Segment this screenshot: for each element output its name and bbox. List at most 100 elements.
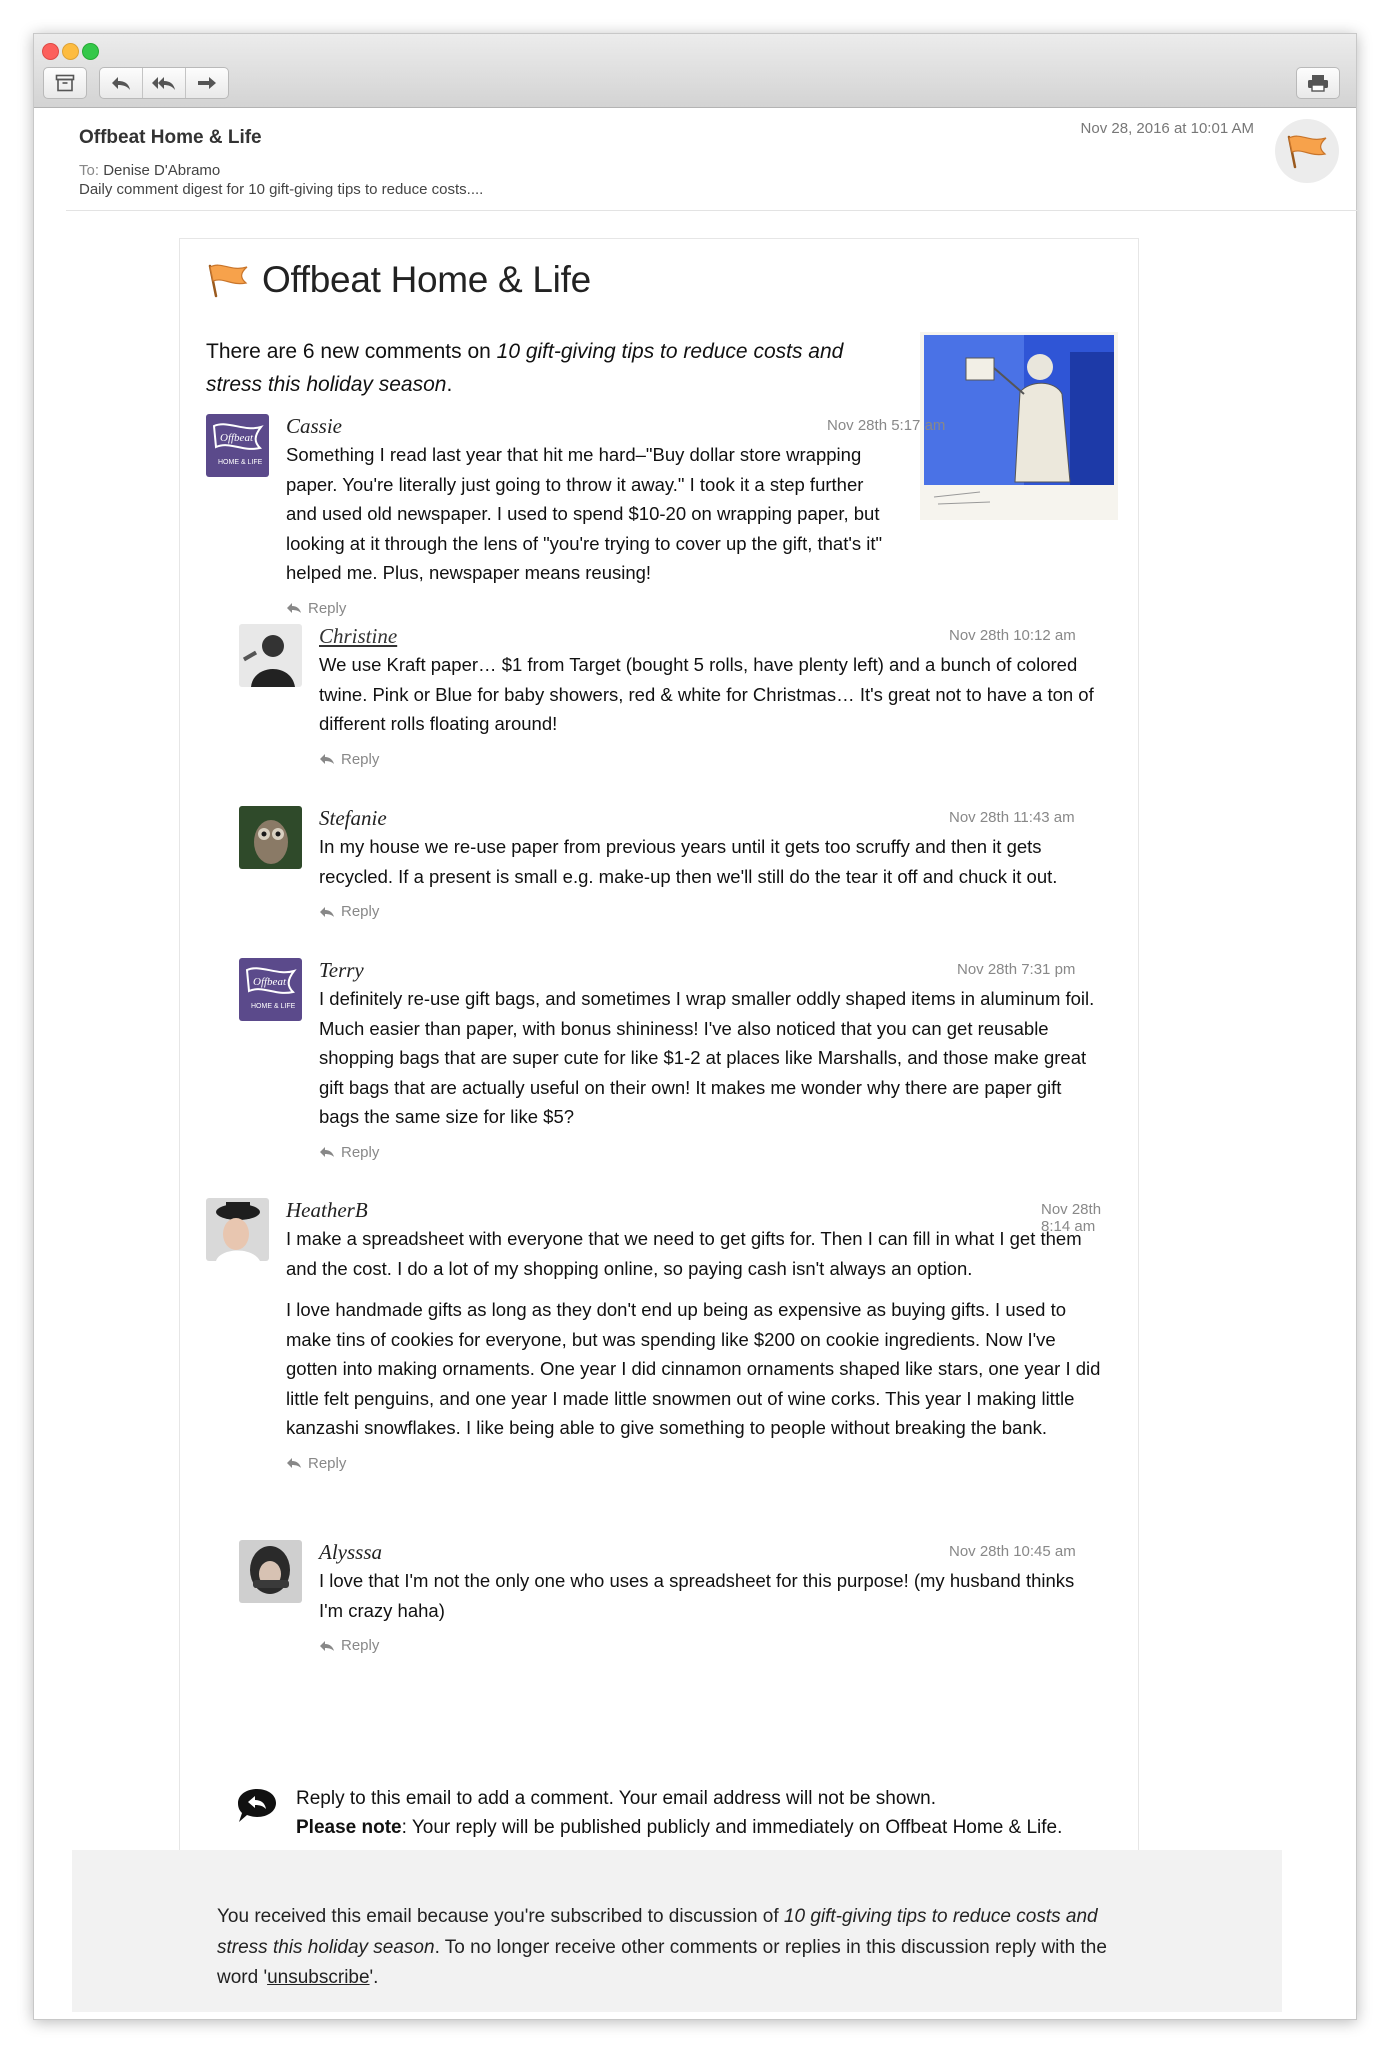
comment-paragraph: We use Kraft paper… $1 from Target (boug… [319,654,1094,734]
comment-date: Nov 28th 8:14 am [1041,1201,1102,1235]
message-date: Nov 28, 2016 at 10:01 AM [1080,120,1254,137]
comment-body: Stefanie Nov 28th 11:43 am In my house w… [319,806,1099,920]
reply-label: Reply [308,599,347,617]
reply-arrow-icon [320,754,334,764]
reply-link[interactable]: Reply [319,751,1099,768]
archive-button[interactable] [44,68,86,98]
avatar [239,1540,302,1603]
digest-footer: You received this email because you're s… [72,1850,1282,2012]
comment-paragraph-text: Something I read last year that hit me h… [286,444,883,583]
minimize-window-button[interactable] [62,43,79,60]
recipient-name: Denise D'Abramo [103,162,221,179]
digest-brand: Offbeat Home & Life [206,259,591,301]
avatar [239,624,302,687]
comment-body: Terry Nov 28th 7:31 pm I definitely re-u… [319,958,1099,1161]
reply-arrow-icon [287,603,301,613]
orange-flag-icon [1287,135,1327,169]
reply-link[interactable]: Reply [286,1455,1106,1472]
to-label: To: [79,162,100,179]
reply-label: Reply [341,1143,380,1161]
comment-text: Something I read last year that hit me h… [286,440,1106,588]
comment-author: HeatherB [286,1198,368,1222]
archive-box-icon [55,74,75,92]
comment-text: In my house we re-use paper from previou… [319,832,1099,891]
svg-text:HOME & LIFE: HOME & LIFE [251,1003,296,1010]
reply-note-line2: Please note: Your reply will be publishe… [296,1813,1062,1842]
footer-prefix: You received this email because you're s… [217,1906,784,1927]
comment-body: Alysssa Nov 28th 10:45 am I love that I'… [319,1540,1099,1654]
reply-arrow-icon [287,1458,301,1468]
user-photo-icon [206,1198,269,1261]
avatar [239,806,302,869]
recipient-line: To: Denise D'Abramo [79,162,220,179]
footer-text: You received this email because you're s… [217,1902,1107,1994]
reply-arrow-icon [112,77,130,90]
comment-paragraph: I make a spreadsheet with everyone that … [286,1228,1082,1279]
comment-body: Christine Nov 28th 10:12 am We use Kraft… [319,624,1099,768]
digest-intro: There are 6 new comments on 10 gift-givi… [206,335,896,401]
svg-text:Offbeat: Offbeat [220,432,254,444]
reply-label: Reply [341,1637,380,1654]
comment-body: Cassie Nov 28th 5:17 am Something I read… [286,414,1106,617]
forward-button[interactable] [185,68,228,98]
comment-text: I love that I'm not the only one who use… [319,1566,1099,1625]
user-photo-icon [239,624,302,687]
reply-link[interactable]: Reply [286,600,1106,617]
sender-avatar [1275,119,1339,183]
print-button-group [1296,67,1340,99]
mail-window: Offbeat Home & Life To: Denise D'Abramo … [33,33,1358,2020]
reply-link[interactable]: Reply [319,1144,1099,1161]
svg-text:HOME & LIFE: HOME & LIFE [218,459,263,466]
subject-line: Daily comment digest for 10 gift-giving … [79,181,484,198]
digest-title: Offbeat Home & Life [262,259,591,300]
reply-arrow-icon [320,906,334,917]
comment-text: I definitely re-use gift bags, and somet… [319,984,1099,1132]
reply-label: Reply [341,903,380,920]
printer-icon [1308,75,1328,92]
offbeat-logo-icon: Offbeat HOME & LIFE [239,958,302,1021]
avatar: Offbeat HOME & LIFE [239,958,302,1021]
comment-date: Nov 28th 7:31 pm [957,961,1076,978]
archive-button-group [43,67,87,99]
reply-link[interactable]: Reply [319,1637,1099,1654]
reply-arrow-icon [320,1640,334,1651]
title-bar [34,34,1356,108]
reply-note-text: Reply to this email to add a comment. Yo… [296,1784,1062,1842]
comment-text: We use Kraft paper… $1 from Target (boug… [319,650,1099,739]
print-button[interactable] [1297,68,1339,98]
reply-all-button[interactable] [142,68,185,98]
intro-suffix: . [446,373,453,396]
footer-suffix: '. [369,1967,379,1988]
digest-card: Offbeat Home & Life There are 6 new comm… [179,238,1139,1890]
intro-prefix: There are 6 new comments on [206,340,497,363]
comment-paragraph: I definitely re-use gift bags, and somet… [319,988,1095,1127]
reply-label: Reply [308,1454,347,1472]
reply-note-line1: Reply to this email to add a comment. Yo… [296,1788,936,1809]
orange-flag-icon [208,264,248,298]
reply-button-group [99,67,229,99]
zoom-window-button[interactable] [82,43,99,60]
speech-bubble-reply-icon [238,1789,276,1822]
comment-paragraph: Something I read last year that hit me h… [286,440,1106,588]
comment-date: Nov 28th 11:43 am [949,809,1075,826]
comment-date: Nov 28th 10:45 am [949,1543,1076,1560]
reply-arrow-icon [320,1147,334,1157]
reply-all-arrow-icon [152,77,175,90]
comment-body: HeatherB Nov 28th 8:14 am I make a sprea… [286,1198,1106,1472]
close-window-button[interactable] [42,43,59,60]
comment-date: Nov 28th 5:17 am [827,417,946,434]
comment-text: I make a spreadsheet with everyone that … [286,1224,1106,1443]
reply-button[interactable] [100,68,142,98]
reply-link[interactable]: Reply [319,903,1099,920]
comment-paragraph: In my house we re-use paper from previou… [319,836,1058,887]
comment-author: Cassie [286,414,343,438]
offbeat-logo-icon: Offbeat HOME & LIFE [206,414,269,477]
note-bold: Please note [296,1817,402,1838]
note-rest: : Your reply will be published publicly … [401,1817,1063,1838]
svg-text:Offbeat: Offbeat [253,976,287,988]
user-photo-icon [239,1540,302,1603]
sender-name: Offbeat Home & Life [79,127,262,148]
forward-arrow-icon [198,77,216,89]
unsubscribe-link[interactable]: unsubscribe [267,1967,369,1988]
comment-paragraph: I love that I'm not the only one who use… [319,1570,1075,1621]
